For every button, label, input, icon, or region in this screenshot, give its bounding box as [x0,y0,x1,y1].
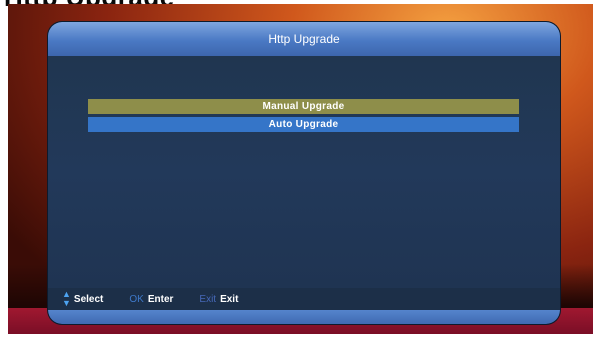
hint-label: Enter [147,293,174,305]
http-upgrade-dialog: Http Upgrade Manual Upgrade Auto Upgrade… [48,22,560,324]
ok-key-icon: OK [129,293,144,305]
dialog-title: Http Upgrade [268,32,340,46]
hint-label: Exit [220,293,239,305]
exit-key-icon: Exit [199,293,217,305]
menu-item-label: Auto Upgrade [268,119,339,130]
dialog-body: Manual Upgrade Auto Upgrade [48,56,560,288]
dialog-bottom-bar [48,310,560,324]
key-hints-bar: ▲ ▼ Select OK Enter Exit Exit [48,288,560,310]
hint-select: ▲ ▼ Select [62,290,103,308]
menu-item-label: Manual Upgrade [262,101,345,112]
menu-item-auto-upgrade[interactable]: Auto Upgrade [88,117,519,132]
hint-exit: Exit Exit [199,294,238,305]
hint-enter: OK Enter [129,294,173,305]
menu-item-manual-upgrade[interactable]: Manual Upgrade [88,99,519,114]
dialog-header: Http Upgrade [48,22,560,56]
hint-label: Select [73,293,104,305]
tv-screen: Http Upgrade Manual Upgrade Auto Upgrade… [8,4,593,334]
up-down-arrows-icon: ▲ ▼ [62,289,71,308]
